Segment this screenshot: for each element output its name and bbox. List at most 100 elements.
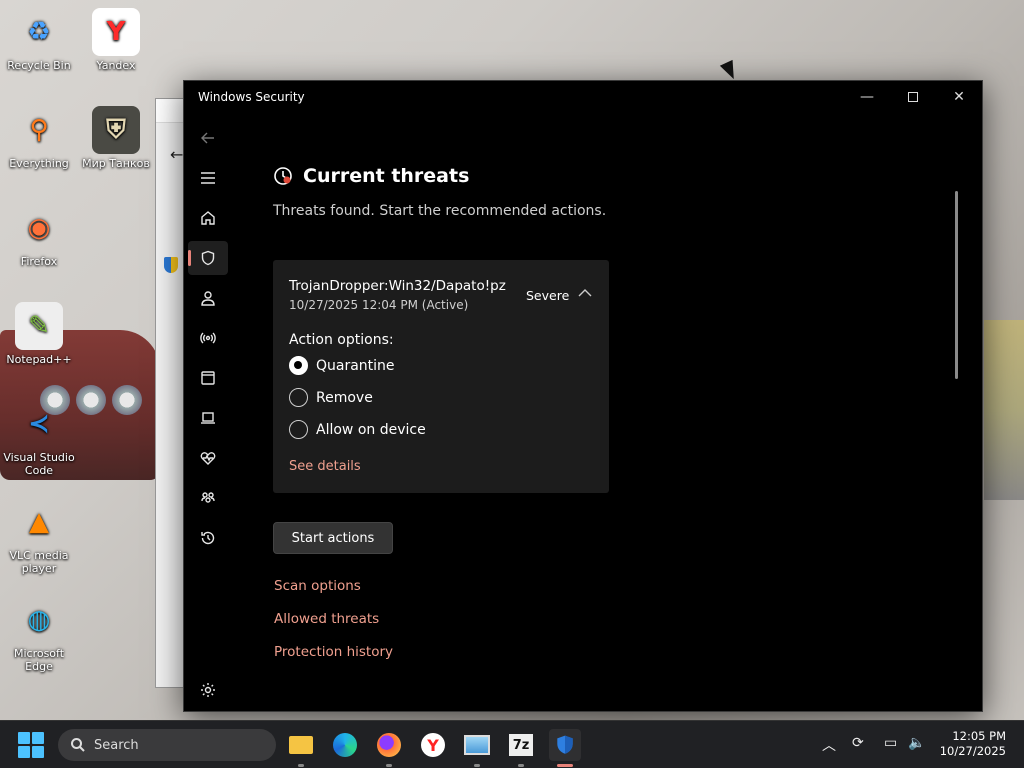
search-placeholder: Search bbox=[94, 737, 139, 753]
taskbar-edge[interactable] bbox=[329, 729, 361, 761]
desktop-icon-label: Visual Studio Code bbox=[3, 451, 75, 477]
show-hidden-icons-button[interactable]: ︿ bbox=[822, 735, 836, 755]
hamburger-menu-icon bbox=[201, 172, 215, 184]
menu-button[interactable] bbox=[188, 161, 228, 195]
desktop-icon-firefox[interactable]: ◉ Firefox bbox=[0, 204, 78, 269]
start-actions-button[interactable]: Start actions bbox=[273, 522, 393, 554]
scrollbar[interactable] bbox=[955, 191, 958, 379]
back-arrow-icon[interactable]: ← bbox=[170, 145, 183, 164]
desktop-icon-label: Everything bbox=[9, 157, 69, 170]
chevron-up-icon[interactable] bbox=[578, 286, 592, 300]
threat-severity: Severe bbox=[526, 288, 570, 303]
taskbar-firefox[interactable] bbox=[373, 729, 405, 761]
desktop-icon-label: Notepad++ bbox=[6, 353, 72, 366]
yandex-icon: Y bbox=[92, 8, 140, 56]
threat-name: TrojanDropper:Win32/Dapato!pz bbox=[289, 278, 506, 294]
taskbar-app-screen[interactable] bbox=[461, 729, 493, 761]
nav-item-home[interactable] bbox=[188, 201, 228, 235]
scan-options-link[interactable]: Scan options bbox=[274, 578, 361, 594]
close-button[interactable]: ✕ bbox=[936, 81, 982, 113]
speaker-icon: 🔈 bbox=[908, 735, 926, 751]
radio-button[interactable] bbox=[289, 356, 308, 375]
nav-item-virus-protection[interactable] bbox=[188, 241, 228, 275]
desktop-icon-yandex[interactable]: Y Yandex bbox=[77, 8, 155, 72]
current-threats-icon bbox=[274, 167, 292, 185]
window-titlebar[interactable]: Windows Security — ✕ bbox=[184, 81, 982, 113]
wireless-antenna-icon bbox=[200, 332, 216, 344]
nav-item-firewall[interactable] bbox=[188, 321, 228, 355]
threat-card: TrojanDropper:Win32/Dapato!pz 10/27/2025… bbox=[273, 260, 609, 493]
desktop-icon-mir-tankov[interactable]: ⛨ Мир Танков bbox=[77, 106, 155, 170]
search-icon bbox=[71, 738, 85, 752]
window-title: Windows Security bbox=[198, 90, 305, 104]
nav-item-device-security[interactable] bbox=[188, 401, 228, 435]
taskbar-yandex[interactable]: Y bbox=[417, 729, 449, 761]
tray-sync[interactable]: ⟳ bbox=[852, 735, 864, 751]
taskbar-7zip[interactable]: 7z bbox=[505, 729, 537, 761]
edge-icon bbox=[333, 733, 357, 757]
person-icon bbox=[201, 291, 215, 306]
firefox-icon: ◉ bbox=[27, 212, 51, 243]
taskbar-clock[interactable]: 12:05 PM 10/27/2025 bbox=[940, 729, 1006, 759]
page-title: Current threats bbox=[303, 165, 470, 187]
gear-icon bbox=[201, 683, 215, 697]
windows-logo-icon bbox=[32, 746, 44, 758]
taskbar-file-explorer[interactable] bbox=[285, 729, 317, 761]
start-button[interactable] bbox=[18, 732, 44, 758]
radio-button[interactable] bbox=[289, 420, 308, 439]
taskbar-indicator bbox=[298, 764, 304, 767]
see-details-link[interactable]: See details bbox=[289, 459, 361, 474]
shield-icon bbox=[557, 735, 573, 754]
threat-date: 10/27/2025 12:04 PM (Active) bbox=[289, 298, 469, 312]
taskbar-indicator bbox=[474, 764, 480, 767]
windows-security-window: Windows Security — ✕ Current threats Thr… bbox=[183, 80, 983, 712]
taskbar-search[interactable]: Search bbox=[58, 729, 276, 761]
back-arrow-icon bbox=[201, 132, 214, 144]
minimize-button[interactable]: — bbox=[844, 81, 890, 113]
page-header: Current threats bbox=[273, 165, 469, 187]
monitor-app-icon bbox=[464, 735, 490, 755]
desktop-icon-edge[interactable]: ◍ Microsoft Edge bbox=[0, 596, 78, 674]
desktop-icon-label: Yandex bbox=[96, 59, 136, 72]
main-content: Current threats Threats found. Start the… bbox=[273, 113, 962, 711]
allowed-threats-link[interactable]: Allowed threats bbox=[274, 611, 379, 627]
desktop-icon-notepad-plus-plus[interactable]: ✎ Notepad++ bbox=[0, 302, 78, 366]
desktop-icon-label: VLC media player bbox=[9, 549, 69, 575]
maximize-icon bbox=[908, 92, 918, 102]
chevron-up-icon: ︿ bbox=[822, 738, 836, 754]
radio-button[interactable] bbox=[289, 388, 308, 407]
shield-icon bbox=[201, 250, 215, 266]
close-icon: ✕ bbox=[953, 89, 965, 105]
yandex-icon: Y bbox=[421, 733, 445, 757]
nav-item-protection-history[interactable] bbox=[188, 521, 228, 555]
radio-label: Allow on device bbox=[316, 421, 426, 438]
tray-network[interactable]: ▭ bbox=[884, 735, 897, 751]
firefox-icon bbox=[377, 733, 401, 757]
nav-item-settings[interactable] bbox=[188, 673, 228, 707]
windows-logo-icon bbox=[32, 732, 44, 744]
desktop-icon-vscode[interactable]: ≺ Visual Studio Code bbox=[0, 400, 78, 478]
history-icon bbox=[201, 531, 215, 545]
back-button[interactable] bbox=[188, 121, 228, 155]
nav-item-app-browser-control[interactable] bbox=[188, 361, 228, 395]
desktop-icon-everything-search[interactable]: ⚲ Everything bbox=[0, 106, 78, 171]
radio-allow-on-device[interactable]: Allow on device bbox=[289, 420, 426, 439]
taskbar-windows-security[interactable] bbox=[549, 729, 581, 761]
action-options-label: Action options: bbox=[289, 332, 394, 348]
nav-item-family-options[interactable] bbox=[188, 481, 228, 515]
maximize-button[interactable] bbox=[890, 81, 936, 113]
notepad-plus-plus-icon: ✎ bbox=[15, 302, 63, 350]
radio-quarantine[interactable]: Quarantine bbox=[289, 356, 395, 375]
tray-volume[interactable]: 🔈 bbox=[908, 735, 925, 751]
desktop-icon-recycle-bin[interactable]: ♻ Recycle Bin bbox=[0, 8, 78, 73]
radio-remove[interactable]: Remove bbox=[289, 388, 373, 407]
taskbar: Search Y 7z ︿ ⟳ ▭ 🔈 12:05 PM 10/27/2025 bbox=[0, 720, 1024, 768]
nav-item-device-health[interactable] bbox=[188, 441, 228, 475]
recycle-bin-icon: ♻ bbox=[27, 16, 51, 47]
nav-item-account-protection[interactable] bbox=[188, 281, 228, 315]
everything-search-icon: ⚲ bbox=[29, 114, 49, 145]
desktop-icon-label: Firefox bbox=[20, 255, 58, 268]
protection-history-link[interactable]: Protection history bbox=[274, 644, 393, 660]
minimize-icon: — bbox=[860, 89, 874, 105]
desktop-icon-vlc[interactable]: ▲ VLC media player bbox=[0, 498, 78, 576]
